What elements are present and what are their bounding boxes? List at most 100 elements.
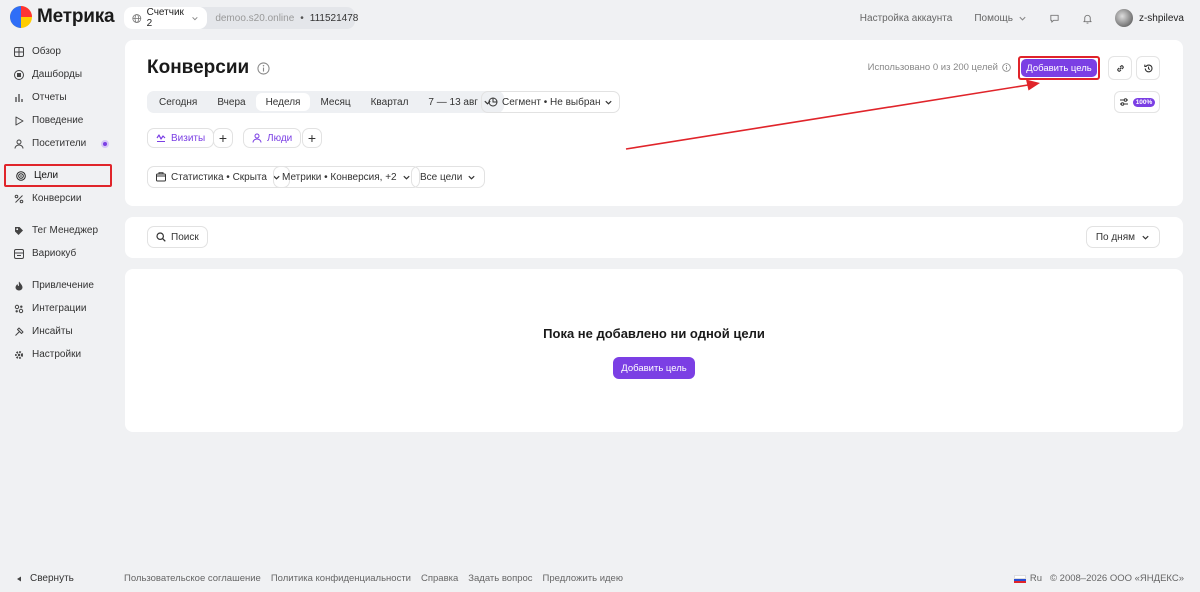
search-icon bbox=[156, 232, 166, 242]
sidebar-item-label: Настройки bbox=[32, 349, 82, 360]
footer-right: Ru © 2008–2026 ООО «ЯНДЕКС» bbox=[1013, 573, 1184, 584]
counter-site[interactable]: demoo.s20.online bbox=[215, 13, 294, 24]
period-month[interactable]: Месяц bbox=[310, 93, 360, 111]
history-button[interactable] bbox=[1136, 56, 1160, 80]
chat-button[interactable] bbox=[1049, 13, 1060, 24]
chevron-down-icon bbox=[1142, 235, 1149, 240]
plus-icon: + bbox=[218, 130, 228, 146]
period-quarter[interactable]: Квартал bbox=[361, 93, 419, 111]
copy-link-button[interactable] bbox=[1108, 56, 1132, 80]
period-yesterday[interactable]: Вчера bbox=[207, 93, 255, 111]
flame-icon bbox=[15, 281, 23, 290]
collapse-label: Свернуть bbox=[30, 573, 74, 584]
empty-add-goal-button[interactable]: Добавить цель bbox=[613, 357, 695, 379]
account-settings-link[interactable]: Настройка аккаунта bbox=[860, 13, 953, 24]
help-menu[interactable]: Помощь bbox=[974, 13, 1027, 24]
chevron-down-icon bbox=[468, 175, 475, 180]
sidebar-item-tag-manager[interactable]: Тег Менеджер bbox=[0, 219, 118, 242]
sidebar-item-label: Дашборды bbox=[32, 69, 82, 80]
copyright: © 2008–2026 ООО «ЯНДЕКС» bbox=[1050, 573, 1184, 584]
top-bar: Метрика Счетчик 2 demoo.s20.online • 111… bbox=[0, 0, 1200, 36]
add-visits-filter-button[interactable]: + bbox=[213, 128, 233, 148]
target-icon bbox=[16, 170, 26, 181]
sidebar-item-integrations[interactable]: Интеграции bbox=[0, 297, 118, 320]
segment-label: Сегмент • Не выбран bbox=[502, 96, 601, 108]
segment-dropdown[interactable]: Сегмент • Не выбран bbox=[481, 91, 621, 113]
new-indicator-dot bbox=[101, 140, 109, 148]
user-menu[interactable]: z-shpileva bbox=[1114, 9, 1184, 27]
statistics-dropdown[interactable]: Статистика • Скрыта bbox=[147, 166, 290, 188]
sidebar-item-settings[interactable]: Настройки bbox=[0, 343, 118, 366]
language-selector[interactable]: Ru bbox=[1013, 573, 1043, 584]
footer-link-ask[interactable]: Задать вопрос bbox=[468, 573, 532, 584]
integrations-icon bbox=[14, 304, 24, 313]
metrika-logo-icon bbox=[10, 6, 32, 28]
sliders-icon bbox=[1119, 98, 1128, 106]
people-chip-label: Люди bbox=[267, 132, 293, 144]
sidebar-item-overview[interactable]: Обзор bbox=[0, 40, 118, 63]
add-goal-button[interactable]: Добавить цель bbox=[1021, 59, 1097, 77]
collapse-sidebar-button[interactable]: Свернуть bbox=[16, 573, 74, 584]
counter-name: Счетчик 2 bbox=[146, 7, 184, 29]
sidebar-item-reports[interactable]: Отчеты bbox=[0, 86, 118, 109]
bell-icon bbox=[1083, 14, 1092, 24]
grid-icon bbox=[14, 46, 24, 57]
counter-selector: Счетчик 2 demoo.s20.online • 111521478 bbox=[124, 7, 358, 29]
add-people-filter-button[interactable]: + bbox=[302, 128, 322, 148]
people-chip[interactable]: Люди bbox=[243, 128, 302, 148]
group-by-dropdown[interactable]: По дням bbox=[1085, 226, 1160, 248]
search-button[interactable]: Поиск bbox=[147, 226, 208, 248]
sampling-badge: 100% bbox=[1132, 97, 1156, 107]
sampling-button[interactable]: 100% bbox=[1114, 91, 1160, 113]
goals-dropdown[interactable]: Все цели bbox=[411, 166, 486, 188]
percent-icon bbox=[14, 194, 24, 203]
search-label: Поиск bbox=[171, 231, 199, 243]
period-selector: Сегодня Вчера Неделя Месяц Квартал 7 — 1… bbox=[147, 91, 504, 113]
sidebar-item-dashboards[interactable]: Дашборды bbox=[0, 63, 118, 86]
pie-chart-icon bbox=[488, 97, 498, 107]
info-icon[interactable] bbox=[1002, 63, 1011, 72]
counter-id: 111521478 bbox=[309, 12, 359, 24]
top-right-nav: Настройка аккаунта Помощь z-shpileva bbox=[860, 0, 1184, 36]
username: z-shpileva bbox=[1138, 12, 1184, 24]
goals-usage: Использовано 0 из 200 целей bbox=[868, 62, 1011, 73]
sidebar-item-insights[interactable]: Инсайты bbox=[0, 320, 118, 343]
footer-link-idea[interactable]: Предложить идею bbox=[543, 573, 623, 584]
sidebar-item-conversions[interactable]: Конверсии bbox=[0, 187, 118, 210]
globe-icon bbox=[132, 13, 142, 23]
metrics-label: Метрики • Конверсия, +2 bbox=[282, 171, 397, 183]
chevron-down-icon bbox=[605, 100, 613, 105]
footer-link-privacy[interactable]: Политика конфиденциальности bbox=[271, 573, 411, 584]
goals-usage-text: Использовано 0 из 200 целей bbox=[867, 62, 998, 73]
help-label: Помощь bbox=[974, 12, 1013, 24]
sidebar-item-goals[interactable]: Цели bbox=[4, 164, 112, 187]
language-label: Ru bbox=[1029, 573, 1043, 584]
person-icon bbox=[14, 139, 24, 149]
sidebar-item-label: Интеграции bbox=[32, 303, 87, 314]
period-today[interactable]: Сегодня bbox=[149, 93, 207, 111]
info-icon[interactable] bbox=[257, 61, 270, 75]
footer-link-terms[interactable]: Пользовательское соглашение bbox=[124, 573, 261, 584]
counter-dropdown[interactable]: Счетчик 2 bbox=[124, 7, 208, 29]
sidebar-item-label: Вариокуб bbox=[32, 248, 77, 259]
sidebar-item-acquisition[interactable]: Привлечение bbox=[0, 274, 118, 297]
sidebar-item-visitors[interactable]: Посетители bbox=[0, 132, 118, 155]
footer-link-help[interactable]: Справка bbox=[421, 573, 458, 584]
sidebar-item-label: Инсайты bbox=[32, 326, 73, 337]
metrics-dropdown[interactable]: Метрики • Конверсия, +2 bbox=[273, 166, 420, 188]
table-toolbar-card: Поиск По дням bbox=[125, 217, 1183, 258]
period-week[interactable]: Неделя bbox=[255, 93, 311, 111]
sidebar-item-variocube[interactable]: Вариокуб bbox=[0, 242, 118, 265]
chat-icon bbox=[1050, 14, 1059, 23]
sidebar-item-label: Отчеты bbox=[32, 92, 67, 103]
visits-chip[interactable]: Визиты bbox=[147, 128, 215, 148]
sidebar-item-label: Поведение bbox=[32, 115, 84, 126]
avatar bbox=[1114, 9, 1133, 27]
report-header-card: Конверсии Использовано 0 из 200 целей До… bbox=[125, 40, 1183, 206]
sidebar-item-behavior[interactable]: Поведение bbox=[0, 109, 118, 132]
goals-label: Все цели bbox=[420, 171, 463, 183]
metrika-logo[interactable]: Метрика bbox=[10, 6, 115, 28]
notifications-button[interactable] bbox=[1082, 13, 1093, 24]
